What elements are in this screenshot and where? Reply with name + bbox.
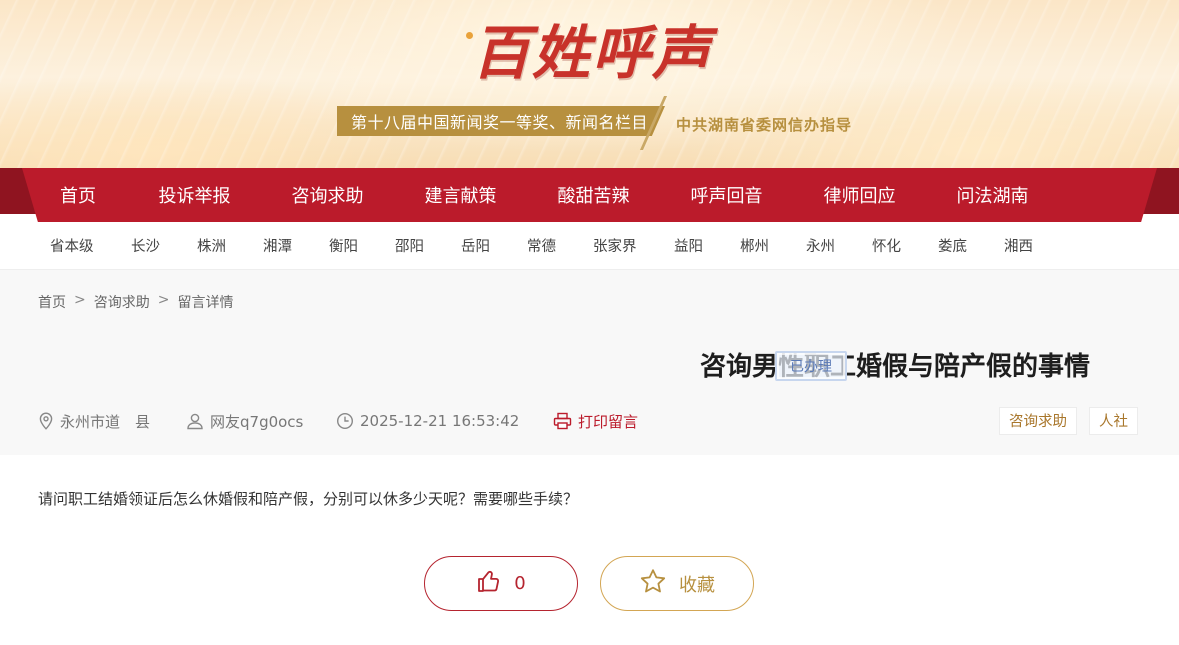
breadcrumb-current: 留言详情: [177, 295, 234, 311]
site-logo[interactable]: 百姓呼声: [452, 8, 732, 88]
breadcrumb-consult[interactable]: 咨询求助: [94, 292, 150, 312]
thumbs-up-icon: [476, 568, 502, 599]
region-item-loudi[interactable]: 娄底: [938, 224, 967, 270]
nav-item-life-stories[interactable]: 酸甜苦辣: [527, 182, 660, 208]
favorite-label: 收藏: [679, 574, 715, 596]
post-content: 请问职工结婚领证后怎么休婚假和陪产假，分别可以休多少天呢？需要哪些手续？: [38, 490, 579, 508]
favorite-button[interactable]: 收藏: [600, 556, 754, 611]
award-text: 第十八届中国新闻奖一等奖、新闻名栏目: [351, 113, 649, 132]
region-item-yiyang[interactable]: 益阳: [674, 224, 703, 270]
main-nav: 首页 投诉举报 咨询求助 建言献策 酸甜苦辣 呼声回音 律师回应 问法湖南: [0, 168, 1179, 224]
region-item-changde[interactable]: 常德: [527, 224, 556, 270]
tag-department[interactable]: 人社: [1089, 407, 1138, 435]
region-item-shaoyang[interactable]: 邵阳: [395, 224, 424, 270]
status-badge: 已办理: [775, 351, 847, 381]
region-item-chenzhou[interactable]: 郴州: [740, 224, 769, 270]
region-item-zhuzhou[interactable]: 株洲: [197, 224, 226, 270]
breadcrumb-home[interactable]: 首页: [38, 292, 66, 312]
breadcrumb: 首页 > 咨询求助 > 留言详情: [38, 292, 233, 312]
region-nav: 省本级 长沙 株洲 湘潭 衡阳 邵阳 岳阳 常德 张家界 益阳 郴州 永州 怀化…: [0, 224, 1179, 270]
logo-dot-decoration: [466, 32, 473, 39]
region-item-xiangxi[interactable]: 湘西: [1004, 224, 1033, 270]
clock-icon: [336, 412, 354, 430]
nav-item-suggestions[interactable]: 建言献策: [394, 182, 527, 208]
site-logo-text: 百姓呼声: [471, 19, 712, 87]
region-item-changsha[interactable]: 长沙: [131, 224, 160, 270]
star-icon: [639, 568, 667, 599]
breadcrumb-separator: >: [74, 292, 86, 308]
region-item-yueyang[interactable]: 岳阳: [461, 224, 490, 270]
nav-items: 首页 投诉举报 咨询求助 建言献策 酸甜苦辣 呼声回音 律师回应 问法湖南: [28, 168, 1059, 222]
post-location-text: 永州市道 县: [60, 412, 151, 431]
user-icon: [186, 412, 204, 430]
guidance-text: 中共湖南省委网信办指导: [676, 116, 853, 134]
breadcrumb-separator: >: [157, 292, 170, 308]
nav-item-law-hunan[interactable]: 问法湖南: [926, 182, 1059, 208]
region-item-xiangtan[interactable]: 湘潭: [263, 224, 292, 270]
post-datetime-text: 2025-12-21 16:53:42: [360, 412, 520, 430]
nav-item-responses[interactable]: 呼声回音: [660, 182, 793, 208]
print-button[interactable]: 打印留言: [553, 410, 638, 432]
header-banner: 百姓呼声 第十八届中国新闻奖一等奖、新闻名栏目 中共湖南省委网信办指导: [0, 0, 1179, 172]
post-location: 永州市道 县: [38, 410, 150, 432]
nav-item-consult[interactable]: 咨询求助: [261, 182, 394, 208]
nav-item-complaints[interactable]: 投诉举报: [128, 182, 261, 208]
map-pin-icon: [38, 412, 54, 430]
print-button-label: 打印留言: [578, 412, 639, 431]
nav-item-home[interactable]: 首页: [28, 182, 128, 208]
region-item-zhangjiajie[interactable]: 张家界: [593, 224, 637, 270]
tag-category[interactable]: 咨询求助: [999, 407, 1077, 435]
like-button[interactable]: 0: [424, 556, 578, 611]
post-datetime: 2025-12-21 16:53:42: [336, 410, 519, 432]
printer-icon: [553, 412, 572, 430]
nav-item-lawyer[interactable]: 律师回应: [793, 182, 926, 208]
post-title: 咨询男性职工婚假与陪产假的事情: [699, 352, 1090, 382]
region-item-huaihua[interactable]: 怀化: [872, 224, 901, 270]
region-item-hengyang[interactable]: 衡阳: [329, 224, 358, 270]
award-ribbon: 第十八届中国新闻奖一等奖、新闻名栏目: [337, 106, 665, 136]
post-author-text: 网友q7g0ocs: [210, 412, 304, 431]
post-author: 网友q7g0ocs: [186, 410, 303, 432]
region-item-province[interactable]: 省本级: [50, 224, 94, 270]
like-count: 0: [514, 573, 526, 594]
region-item-yongzhou[interactable]: 永州: [806, 224, 835, 270]
